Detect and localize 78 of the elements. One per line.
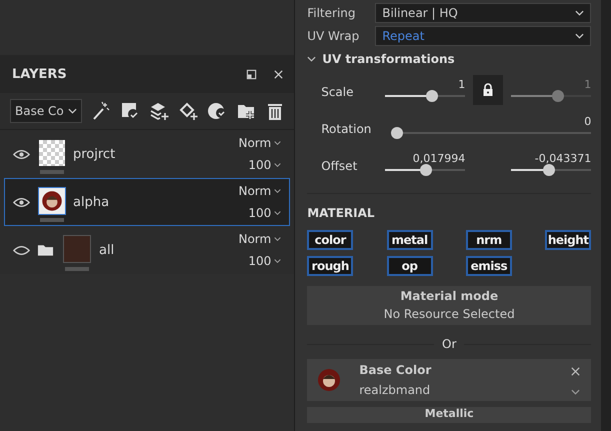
chevron-icon[interactable] <box>571 388 580 394</box>
channel-button[interactable]: nrm <box>466 230 512 250</box>
close-icon[interactable] <box>273 68 284 80</box>
panel-title: Material mode <box>400 289 498 303</box>
layer-name: projrct <box>73 146 116 162</box>
opacity-select[interactable]: 100 <box>248 206 282 220</box>
slider-value: 0,017994 <box>412 152 466 165</box>
layer-thumbnail <box>39 140 65 166</box>
channel-button[interactable]: height <box>545 230 592 250</box>
layer-row[interactable]: all Norm 100 <box>4 226 290 274</box>
magic-wand-icon[interactable] <box>91 101 111 121</box>
channel-button[interactable]: op <box>386 256 433 276</box>
opacity-select[interactable]: 100 <box>248 158 282 172</box>
chevron-icon <box>575 32 584 38</box>
chevron-icon <box>274 236 282 242</box>
resource-name: realzbmand <box>359 383 432 397</box>
undock-icon[interactable] <box>246 68 258 80</box>
slider-thumb[interactable] <box>542 164 555 176</box>
opacity-select[interactable]: 100 <box>248 254 282 268</box>
channel-button[interactable]: emiss <box>466 256 512 276</box>
slider-value: -0,043371 <box>534 152 592 165</box>
slider-label: Scale <box>321 85 355 101</box>
chevron-icon <box>274 162 282 168</box>
chevron-icon <box>307 56 316 62</box>
chevron-icon <box>274 188 282 194</box>
section-title: MATERIAL <box>307 206 376 220</box>
folder-icon <box>37 243 54 257</box>
material-mode-panel[interactable]: Material mode No Resource Selected <box>307 286 592 325</box>
layer-name: alpha <box>73 194 110 210</box>
eye-icon[interactable] <box>13 196 30 208</box>
slider-label: Offset <box>321 159 358 175</box>
metallic-card[interactable]: Metallic <box>307 407 592 423</box>
slider-thumb[interactable] <box>391 127 404 139</box>
blend-mode-select[interactable]: Norm <box>238 136 282 150</box>
slider-thumb[interactable] <box>426 90 438 102</box>
chevron-icon <box>274 210 282 216</box>
effect-icon[interactable] <box>207 101 227 121</box>
chevron-icon <box>274 258 282 264</box>
field-label: UV Wrap <box>307 28 360 42</box>
close-icon[interactable] <box>570 366 582 376</box>
field-label: Filtering <box>307 6 356 20</box>
filtering-select[interactable]: Bilinear | HQ <box>375 2 592 22</box>
base-color-card[interactable]: Base Color realzbmand <box>307 359 592 401</box>
layer-row[interactable]: alpha Norm 100 <box>4 178 290 226</box>
channel-button[interactable]: rough <box>307 256 354 276</box>
trash-icon[interactable] <box>265 101 285 121</box>
mask-icon[interactable] <box>120 101 140 121</box>
slider-value: 0 <box>584 115 592 128</box>
channel-button[interactable]: metal <box>386 230 433 250</box>
blend-mode-select[interactable]: Norm <box>238 232 282 246</box>
lock-button[interactable] <box>473 75 504 105</box>
layer-name: all <box>99 242 116 258</box>
chevron-icon <box>68 108 77 114</box>
layer-thumbnail <box>63 235 91 263</box>
slider-label: Rotation <box>321 122 372 138</box>
slider-value: 1 <box>458 78 466 91</box>
blend-mode-select[interactable]: Norm <box>238 184 282 198</box>
card-title: Base Color <box>359 363 432 377</box>
slider-thumb[interactable] <box>420 164 432 176</box>
section-header[interactable]: UV transformations <box>307 50 592 68</box>
chevron-icon <box>575 10 584 16</box>
channel-button[interactable]: color <box>307 230 354 250</box>
layer-row[interactable]: projrct Norm 100 <box>4 130 290 178</box>
channel-select[interactable]: Base Co <box>10 99 82 123</box>
fill-bucket-icon[interactable] <box>178 101 198 121</box>
panel-title: LAYERS <box>12 66 68 82</box>
character-avatar <box>317 368 342 392</box>
slider-value: 1 <box>584 78 592 91</box>
slider-thumb[interactable] <box>552 90 564 102</box>
resource-status: No Resource Selected <box>384 307 515 321</box>
eye-icon[interactable] <box>13 244 30 256</box>
uv-wrap-select[interactable]: Repeat <box>375 26 592 46</box>
lock-icon <box>482 83 494 97</box>
add-layer-icon[interactable] <box>149 101 169 121</box>
eye-icon[interactable] <box>13 148 30 160</box>
character-thumbnail <box>39 188 65 214</box>
separator-label: Or <box>442 337 456 351</box>
chevron-icon <box>274 140 282 146</box>
